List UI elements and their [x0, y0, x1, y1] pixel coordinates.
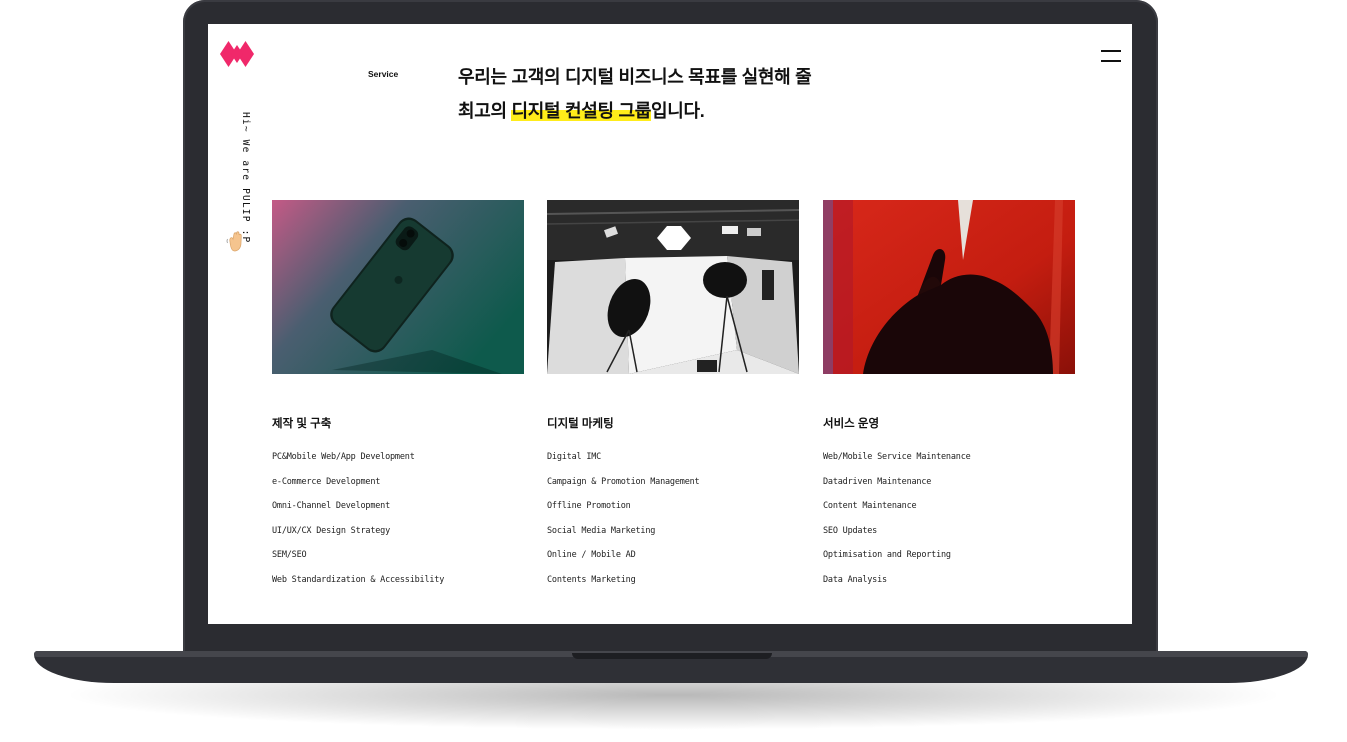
list-item[interactable]: SEM/SEO: [272, 549, 524, 574]
service-title: 디지털 마케팅: [547, 418, 614, 430]
headline-highlight: 디지털 컨설팅 그룹: [511, 101, 651, 121]
website-screen: Hi~ We are PULIP :P Service 우리는 고객의 디지털 …: [208, 24, 1132, 624]
service-card-operation: 서비스 운영 Web/Mobile Service Maintenance Da…: [823, 200, 1075, 599]
section-label: Service: [368, 69, 399, 79]
laptop-notch: [572, 653, 772, 659]
list-item[interactable]: Web/Mobile Service Maintenance: [823, 451, 1075, 476]
list-item[interactable]: Data Analysis: [823, 574, 1075, 599]
list-item[interactable]: Web Standardization & Accessibility: [272, 574, 524, 599]
headline-suffix: 입니다.: [650, 101, 705, 121]
list-item[interactable]: Campaign & Promotion Management: [547, 476, 799, 501]
headline-line-2: 최고의 디지털 컨설팅 그룹입니다.: [458, 94, 811, 128]
service-card-marketing: 디지털 마케팅 Digital IMC Campaign & Promotion…: [547, 200, 799, 599]
service-title: 제작 및 구축: [272, 418, 332, 430]
list-item[interactable]: Offline Promotion: [547, 500, 799, 525]
service-list: Digital IMC Campaign & Promotion Managem…: [547, 451, 799, 599]
list-item[interactable]: UI/UX/CX Design Strategy: [272, 525, 524, 550]
photo-studio-photo[interactable]: [547, 200, 799, 374]
list-item[interactable]: Digital IMC: [547, 451, 799, 476]
list-item[interactable]: Contents Marketing: [547, 574, 799, 599]
hand-on-red-photo[interactable]: [823, 200, 1075, 374]
list-item[interactable]: SEO Updates: [823, 525, 1075, 550]
headline-line-1: 우리는 고객의 디지털 비즈니스 목표를 실현해 줄: [458, 67, 812, 87]
service-list: Web/Mobile Service Maintenance Datadrive…: [823, 451, 1075, 599]
phone-on-gradient-photo[interactable]: [272, 200, 524, 374]
brand-logo-icon[interactable]: [220, 41, 254, 67]
service-list: PC&Mobile Web/App Development e-Commerce…: [272, 451, 524, 599]
list-item[interactable]: Optimisation and Reporting: [823, 549, 1075, 574]
list-item[interactable]: Social Media Marketing: [547, 525, 799, 550]
list-item[interactable]: Content Maintenance: [823, 500, 1075, 525]
waving-hand-icon: [226, 231, 242, 252]
list-item[interactable]: Datadriven Maintenance: [823, 476, 1075, 501]
headline-prefix: 최고의: [458, 101, 512, 121]
list-item[interactable]: PC&Mobile Web/App Development: [272, 451, 524, 476]
page-headline: 우리는 고객의 디지털 비즈니스 목표를 실현해 줄 최고의 디지털 컨설팅 그…: [458, 60, 812, 128]
list-item[interactable]: Online / Mobile AD: [547, 549, 799, 574]
service-card-production: 제작 및 구축 PC&Mobile Web/App Development e-…: [272, 200, 524, 599]
menu-icon[interactable]: [1101, 50, 1121, 62]
service-title: 서비스 운영: [823, 418, 880, 430]
side-greeting: Hi~ We are PULIP :P: [240, 112, 251, 244]
list-item[interactable]: Omni-Channel Development: [272, 500, 524, 525]
list-item[interactable]: e-Commerce Development: [272, 476, 524, 501]
